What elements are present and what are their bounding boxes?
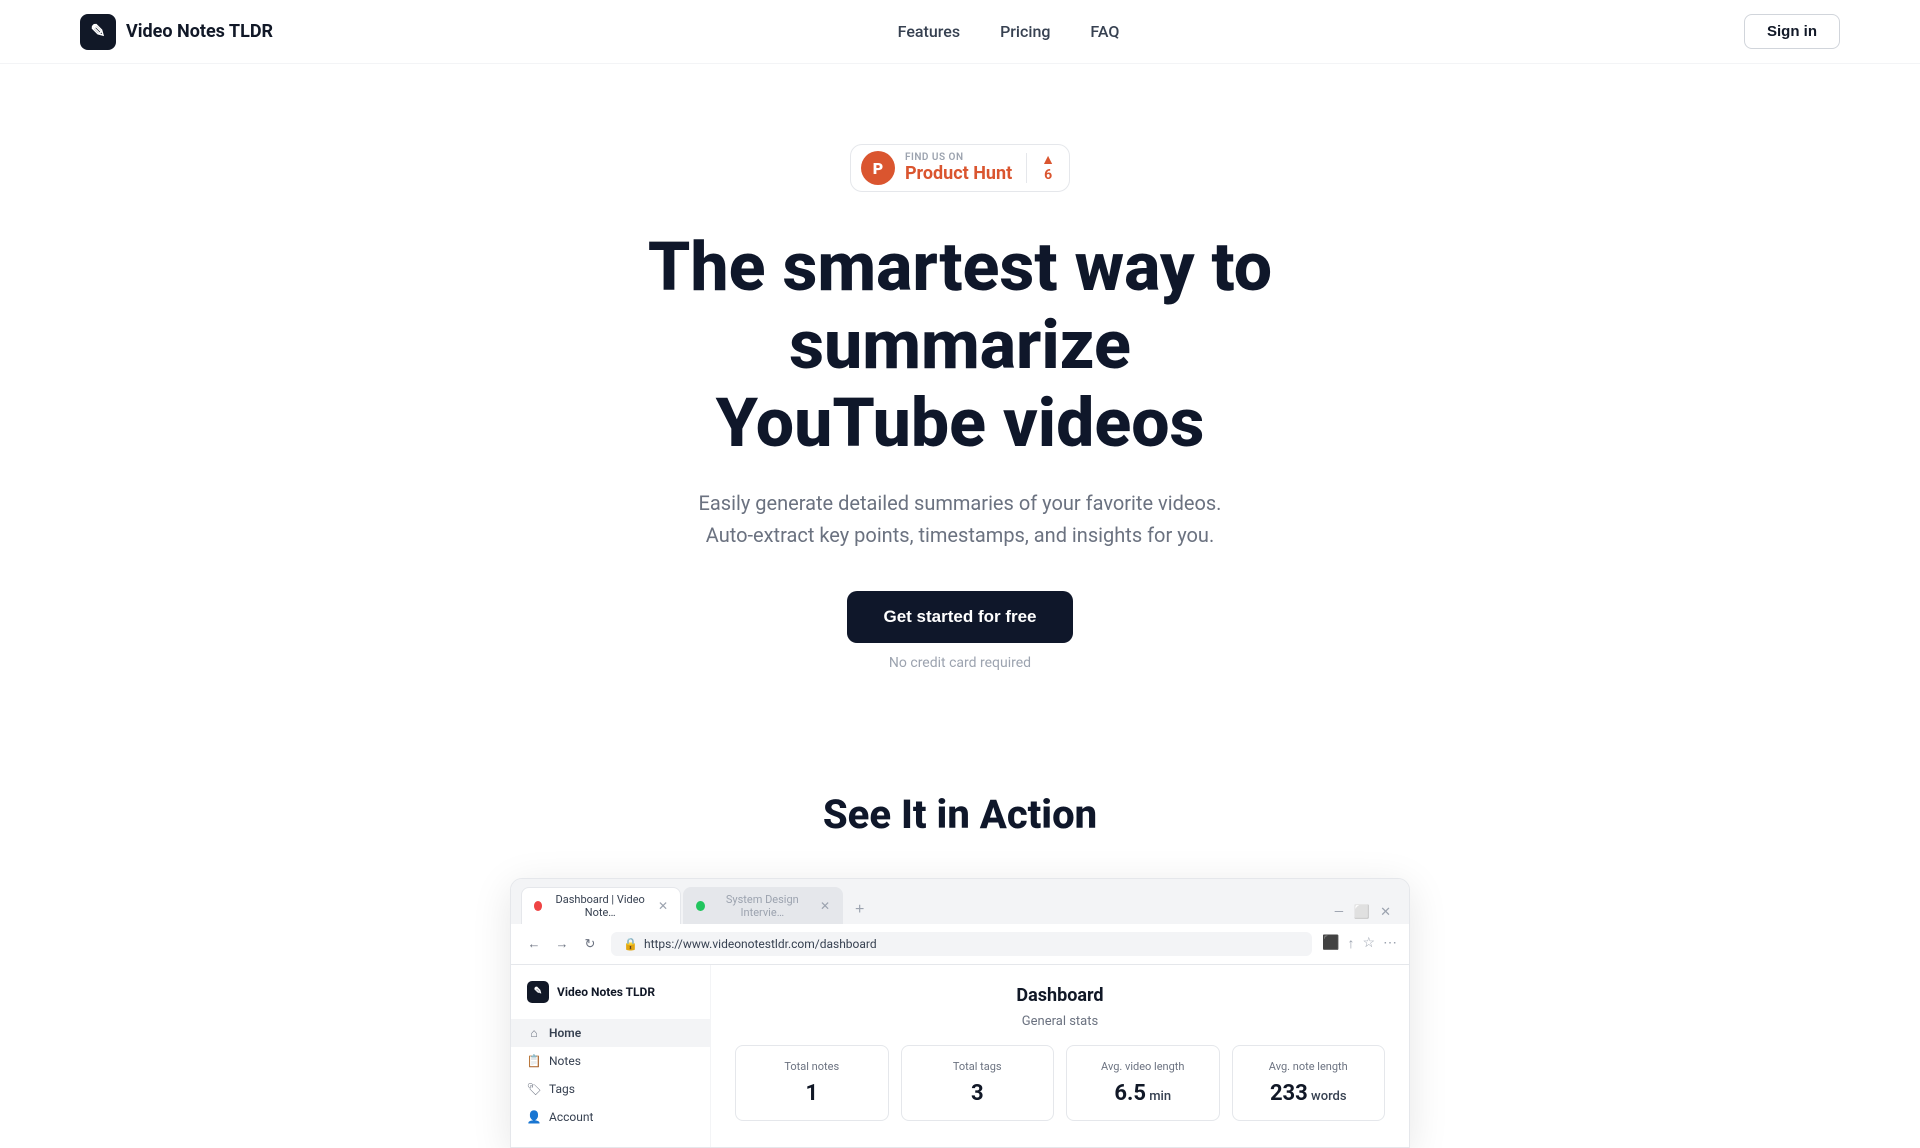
stat-value-total-notes: 1 [752, 1081, 872, 1106]
lock-icon: 🔒 [623, 937, 638, 951]
dashboard-sidebar: ✎ Video Notes TLDR ⌂ Home 📋 Notes 🏷 Tags… [511, 965, 711, 1147]
home-icon: ⌂ [527, 1026, 541, 1040]
stat-label-total-notes: Total notes [752, 1060, 872, 1073]
dashboard-logo: ✎ Video Notes TLDR [511, 981, 710, 1019]
cta-button[interactable]: Get started for free [847, 591, 1072, 643]
window-minimize-icon[interactable]: — [1334, 905, 1344, 920]
browser-nav-bar: ← → ↻ 🔒 https://www.videonotestldr.com/d… [511, 924, 1409, 965]
no-credit-card-label: No credit card required [889, 655, 1031, 671]
stat-card-avg-video-length: Avg. video length 6.5 min [1066, 1045, 1220, 1121]
sidebar-item-notes[interactable]: 📋 Notes [511, 1047, 710, 1075]
stats-grid: Total notes 1 Total tags 3 Avg. video le… [735, 1045, 1385, 1121]
browser-mockup: Dashboard | Video Note… ✕ System Design … [510, 878, 1410, 1148]
dashboard-title: Dashboard [735, 985, 1385, 1006]
window-close-icon[interactable]: ✕ [1380, 905, 1391, 920]
logo[interactable]: ✎ Video Notes TLDR [80, 14, 273, 50]
browser-navigation-buttons: ← → ↻ [523, 933, 601, 955]
refresh-button[interactable]: ↻ [579, 933, 601, 955]
stat-label-total-tags: Total tags [918, 1060, 1038, 1073]
product-hunt-badge[interactable]: P FIND US ON Product Hunt ▲ 6 [850, 144, 1070, 192]
browser-tab-active[interactable]: Dashboard | Video Note… ✕ [521, 887, 681, 924]
stat-label-avg-video: Avg. video length [1083, 1060, 1203, 1073]
product-hunt-logo: P [861, 151, 895, 185]
dashboard-area: ✎ Video Notes TLDR ⌂ Home 📋 Notes 🏷 Tags… [511, 965, 1409, 1147]
sidebar-label-home: Home [549, 1026, 581, 1040]
notes-icon: 📋 [527, 1054, 541, 1068]
dashboard-logo-icon: ✎ [527, 981, 549, 1003]
new-tab-button[interactable]: + [845, 896, 874, 924]
stat-value-total-tags: 3 [918, 1081, 1038, 1106]
browser-more-icon[interactable]: ⋯ [1383, 935, 1397, 952]
tab-close-icon[interactable]: ✕ [658, 899, 668, 913]
nav-faq[interactable]: FAQ [1090, 22, 1119, 41]
hero-title: The smartest way to summarize YouTube vi… [510, 228, 1410, 463]
browser-share-icon[interactable]: ↑ [1347, 935, 1354, 952]
tags-icon: 🏷 [527, 1082, 541, 1096]
browser-tabs-bar: Dashboard | Video Note… ✕ System Design … [511, 879, 1409, 924]
account-icon: 👤 [527, 1110, 541, 1124]
hero-section: P FIND US ON Product Hunt ▲ 6 The smarte… [0, 64, 1920, 731]
tab-label-inactive: System Design Intervie… [711, 893, 814, 919]
sidebar-item-tags[interactable]: 🏷 Tags [511, 1075, 710, 1103]
logo-text: Video Notes TLDR [126, 21, 273, 42]
tab-favicon-icon-2 [696, 901, 705, 911]
nav-features[interactable]: Features [898, 22, 960, 41]
sidebar-label-tags: Tags [549, 1082, 575, 1096]
back-button[interactable]: ← [523, 933, 545, 955]
logo-icon: ✎ [80, 14, 116, 50]
stat-card-total-tags: Total tags 3 [901, 1045, 1055, 1121]
sidebar-label-account: Account [549, 1110, 593, 1124]
site-header: ✎ Video Notes TLDR Features Pricing FAQ … [0, 0, 1920, 64]
stats-subtitle: General stats [735, 1014, 1385, 1029]
signin-button[interactable]: Sign in [1744, 14, 1840, 49]
stat-label-avg-note: Avg. note length [1249, 1060, 1369, 1073]
tab-close-icon-2[interactable]: ✕ [820, 899, 830, 913]
browser-bookmark-icon[interactable]: ☆ [1362, 935, 1375, 952]
nav-pricing[interactable]: Pricing [1000, 22, 1050, 41]
sidebar-item-home[interactable]: ⌂ Home [511, 1019, 710, 1047]
dashboard-logo-text: Video Notes TLDR [557, 985, 655, 999]
stat-card-avg-note-length: Avg. note length 233 words [1232, 1045, 1386, 1121]
tab-favicon-icon [534, 901, 542, 911]
address-bar[interactable]: 🔒 https://www.videonotestldr.com/dashboa… [611, 932, 1312, 956]
hero-subtitle: Easily generate detailed summaries of yo… [680, 487, 1240, 551]
stat-value-avg-note: 233 words [1249, 1081, 1369, 1106]
window-restore-icon[interactable]: ⬜ [1354, 905, 1370, 920]
action-section: See It in Action Dashboard | Video Note…… [0, 731, 1920, 1148]
sidebar-label-notes: Notes [549, 1054, 581, 1068]
upvote-count[interactable]: ▲ 6 [1026, 153, 1055, 183]
sidebar-item-account[interactable]: 👤 Account [511, 1103, 710, 1131]
upvote-arrow-icon: ▲ [1041, 153, 1055, 167]
forward-button[interactable]: → [551, 933, 573, 955]
product-hunt-text: FIND US ON Product Hunt [905, 152, 1012, 184]
browser-action-icons: ⬛ ↑ ☆ ⋯ [1322, 935, 1397, 952]
product-hunt-name: Product Hunt [905, 163, 1012, 184]
dashboard-main: Dashboard General stats Total notes 1 To… [711, 965, 1409, 1147]
browser-tab-inactive[interactable]: System Design Intervie… ✕ [683, 887, 843, 924]
stat-value-avg-video: 6.5 min [1083, 1081, 1203, 1106]
address-text: https://www.videonotestldr.com/dashboard [644, 937, 877, 951]
find-us-label: FIND US ON [905, 152, 964, 163]
action-title: See It in Action [80, 791, 1840, 838]
tab-label-active: Dashboard | Video Note… [548, 893, 652, 919]
upvote-number: 6 [1044, 167, 1052, 183]
main-nav: Features Pricing FAQ [898, 22, 1120, 41]
browser-extensions-icon[interactable]: ⬛ [1322, 935, 1339, 952]
stat-card-total-notes: Total notes 1 [735, 1045, 889, 1121]
